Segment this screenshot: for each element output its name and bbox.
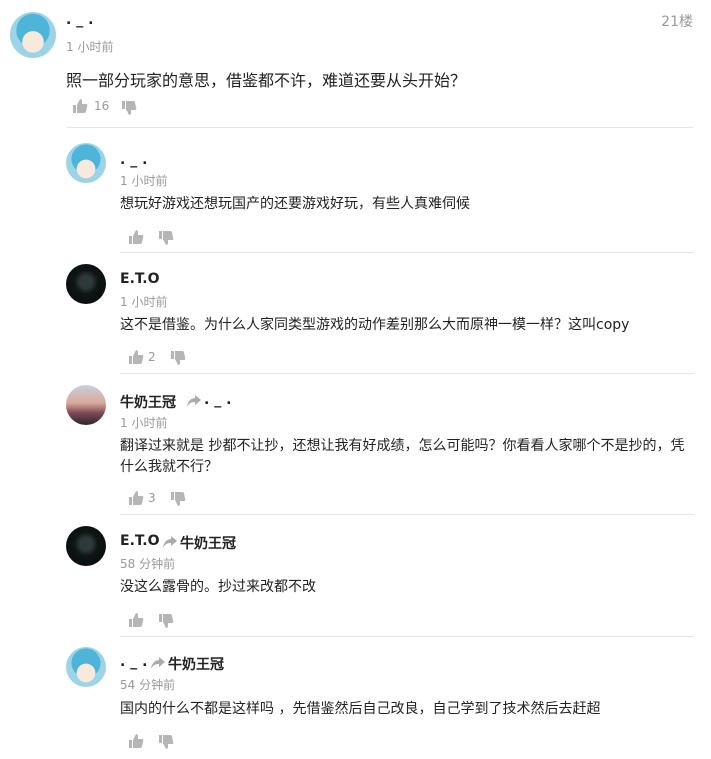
reply-target[interactable]: 牛奶王冠 [180, 533, 236, 553]
reply-text: 没这么露骨的。抄过来改都不改 [120, 579, 316, 595]
like-count: 2 [148, 350, 156, 364]
thumbs-down-icon[interactable] [158, 230, 174, 246]
reply-arrow-icon [162, 535, 178, 549]
thumbs-down-icon[interactable] [170, 491, 186, 507]
thumbs-up-icon[interactable] [128, 733, 144, 749]
reply-username[interactable]: 牛奶王冠 [120, 392, 176, 412]
avatar[interactable] [66, 647, 106, 687]
reply-target[interactable]: 牛奶王冠 [168, 654, 224, 674]
divider [66, 127, 694, 128]
avatar[interactable] [10, 12, 56, 58]
thumbs-down-icon[interactable] [158, 734, 174, 750]
reply-arrow-icon [186, 394, 202, 408]
reply-target[interactable]: . _ . [204, 392, 231, 408]
like-count: 16 [94, 99, 110, 113]
avatar[interactable] [66, 143, 106, 183]
divider [120, 514, 694, 515]
avatar[interactable] [66, 385, 106, 425]
reply-username[interactable]: . _ . [120, 654, 147, 670]
thumbs-up-icon[interactable] [128, 612, 144, 628]
reply-username[interactable]: E.T.O [120, 533, 160, 549]
thumbs-up-icon[interactable] [128, 349, 144, 365]
thumbs-down-icon[interactable] [121, 100, 137, 116]
divider [120, 636, 694, 637]
reply-arrow-icon [150, 656, 166, 670]
reply-time: 1 小时前 [120, 416, 168, 430]
thumbs-up-icon[interactable] [128, 490, 144, 506]
floor-number: 21楼 [661, 14, 693, 30]
reply-text: 国内的什么不都是这样吗 ，先借鉴然后自己改良，自己学到了技术然后去赶超 [120, 701, 601, 717]
thumbs-down-icon[interactable] [170, 350, 186, 366]
avatar[interactable] [66, 526, 106, 566]
avatar[interactable] [66, 264, 106, 304]
reply-time: 58 分钟前 [120, 557, 176, 571]
reply-username[interactable]: . _ . [120, 152, 147, 168]
thumbs-down-icon[interactable] [158, 613, 174, 629]
reply-text: 这不是借鉴。为什么人家同类型游戏的动作差别那么大而原神一模一样？这叫copy [120, 317, 630, 333]
divider [120, 373, 694, 374]
like-count: 3 [148, 491, 156, 505]
reply-username[interactable]: E.T.O [120, 271, 160, 287]
reply-time: 1 小时前 [120, 174, 168, 188]
comment-time: 1 小时前 [66, 40, 114, 54]
thumbs-up-icon[interactable] [72, 98, 88, 114]
reply-text-continued: 什么我就不行？ [120, 459, 218, 475]
comment-text: 照一部分玩家的意思，借鉴都不许，难道还要从头开始？ [66, 71, 467, 90]
comment-username[interactable]: . _ . [66, 12, 93, 28]
reply-text: 想玩好游戏还想玩国产的还要游戏好玩，有些人真难伺候 [120, 196, 470, 212]
reply-text: 翻译过来就是 抄都不让抄，还想让我有好成绩，怎么可能吗？你看看人家哪个不是抄的，… [120, 438, 685, 454]
reply-time: 1 小时前 [120, 295, 168, 309]
thumbs-up-icon[interactable] [128, 229, 144, 245]
reply-time: 54 分钟前 [120, 678, 176, 692]
divider [120, 252, 694, 253]
